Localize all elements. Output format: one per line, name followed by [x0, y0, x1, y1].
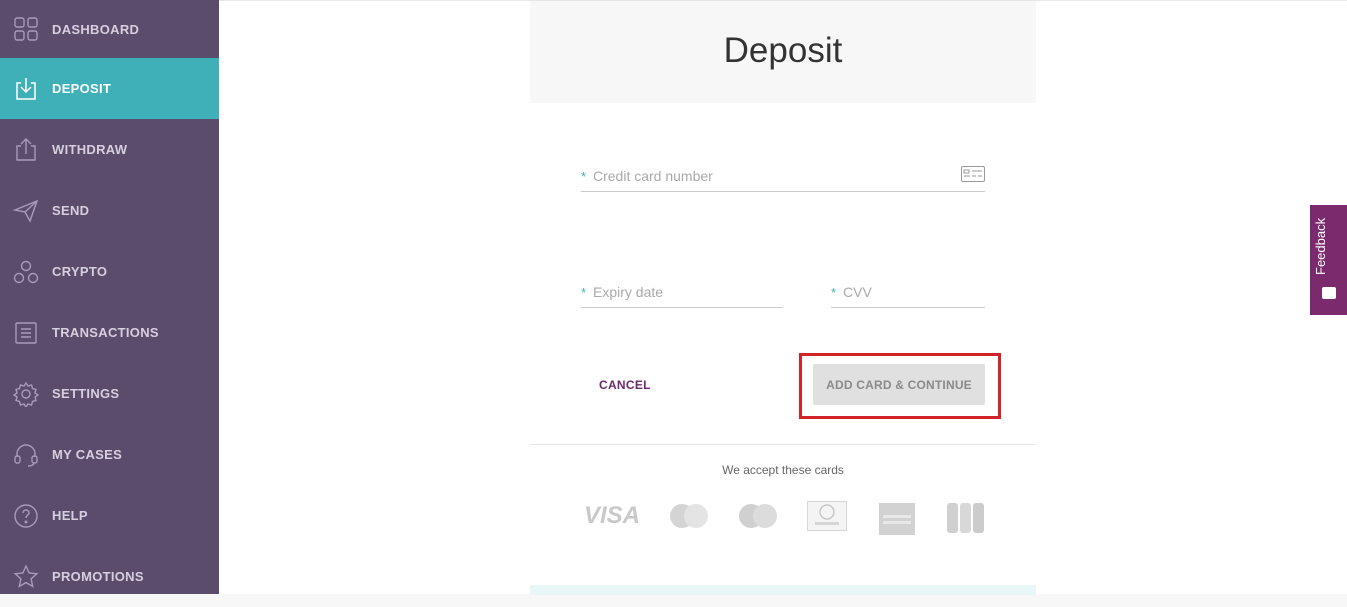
sidebar-item-label: TRANSACTIONS	[52, 325, 159, 340]
add-card-form: * * * CANCEL ADD CARD & CONTINUE We acce…	[530, 103, 1036, 595]
withdraw-icon	[0, 119, 52, 180]
sidebar-item-settings[interactable]: SETTINGS	[0, 363, 219, 424]
sidebar-item-label: SETTINGS	[52, 386, 120, 401]
sidebar-item-transactions[interactable]: TRANSACTIONS	[0, 302, 219, 363]
sidebar-item-crypto[interactable]: CRYPTO	[0, 241, 219, 302]
add-card-continue-button[interactable]: ADD CARD & CONTINUE	[813, 364, 985, 405]
dashboard-icon	[0, 0, 52, 60]
required-mark: *	[581, 285, 587, 300]
mastercard-logo	[670, 504, 708, 528]
credit-card-icon	[961, 166, 985, 182]
diners-club-logo	[807, 501, 847, 531]
required-mark: *	[581, 169, 587, 184]
expiry-date-field: *	[581, 279, 783, 308]
jcb-logo	[947, 503, 984, 533]
sidebar-item-help[interactable]: HELP	[0, 485, 219, 546]
expiry-date-input[interactable]	[593, 279, 753, 305]
main-content: Deposit * * * CANCEL ADD CARD & CONTINUE	[219, 0, 1347, 595]
sidebar-item-label: MY CASES	[52, 447, 123, 462]
sidebar-item-label: PROMOTIONS	[52, 569, 144, 584]
crypto-icon	[0, 241, 52, 302]
sidebar-item-deposit[interactable]: DEPOSIT	[0, 58, 219, 119]
feedback-smiley-icon	[1322, 287, 1336, 299]
american-express-logo	[879, 503, 915, 535]
feedback-label: Feedback	[1313, 217, 1328, 275]
required-mark: *	[831, 285, 837, 300]
sidebar-item-label: CRYPTO	[52, 264, 108, 279]
sidebar-item-label: DASHBOARD	[52, 21, 140, 37]
sidebar-item-send[interactable]: SEND	[0, 180, 219, 241]
help-icon	[0, 485, 52, 546]
page-title: Deposit	[723, 31, 843, 70]
maestro-logo	[739, 504, 777, 528]
visa-logo: VISA	[584, 502, 640, 529]
sidebar-item-promotions[interactable]: PROMOTIONS	[0, 546, 219, 607]
card-number-field: *	[581, 163, 985, 192]
transactions-icon	[0, 302, 52, 363]
sidebar-item-withdraw[interactable]: WITHDRAW	[0, 119, 219, 180]
headset-icon	[0, 424, 52, 485]
sidebar-item-label: DEPOSIT	[52, 81, 112, 96]
cvv-field: *	[831, 279, 985, 308]
sidebar-item-dashboard[interactable]: DASHBOARD	[0, 0, 219, 58]
send-icon	[0, 180, 52, 241]
svg-text:VISA: VISA	[584, 502, 640, 529]
sidebar-item-label: HELP	[52, 508, 88, 523]
sidebar-item-label: SEND	[52, 203, 90, 218]
accepted-cards-text: We accept these cards	[722, 463, 844, 477]
star-icon	[0, 546, 52, 607]
sidebar: DASHBOARD DEPOSIT WITHDRAW SEND CRYPTO T…	[0, 0, 219, 594]
deposit-icon	[0, 58, 52, 119]
cvv-input[interactable]	[843, 279, 955, 305]
deposit-column: Deposit * * * CANCEL ADD CARD & CONTINUE	[530, 1, 1036, 595]
divider	[530, 444, 1036, 445]
sidebar-item-my-cases[interactable]: MY CASES	[0, 424, 219, 485]
card-number-input[interactable]	[593, 163, 955, 189]
feedback-tab[interactable]: Feedback	[1310, 205, 1347, 315]
cancel-button[interactable]: CANCEL	[599, 378, 651, 392]
settings-icon	[0, 363, 52, 424]
card-logos: VISA	[582, 499, 986, 535]
sidebar-item-label: WITHDRAW	[52, 142, 128, 157]
